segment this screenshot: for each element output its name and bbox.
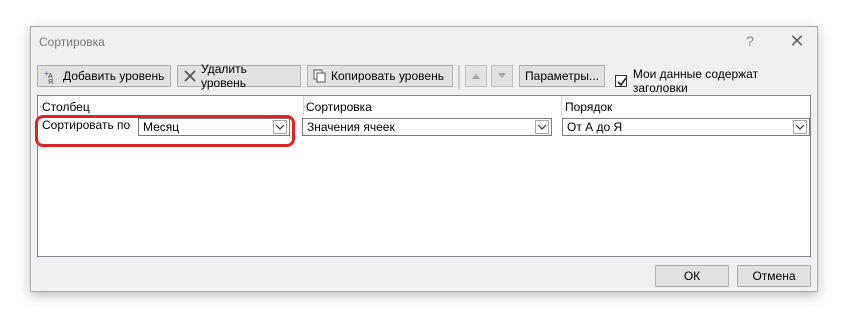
options-button[interactable]: Параметры... (519, 65, 605, 87)
headers-checkbox-row[interactable]: Мои данные содержат заголовки (615, 67, 813, 95)
up-arrow-icon (472, 74, 480, 79)
chevron-down-icon[interactable] (535, 120, 549, 134)
move-down-button[interactable] (491, 65, 513, 87)
add-level-label: Добавить уровень (63, 69, 165, 83)
sort-on-select-value: Значения ячеек (307, 120, 395, 134)
title-bar: Сортировка ? ✕ (31, 27, 817, 59)
checkmark-icon (617, 77, 627, 87)
dialog-title: Сортировка (39, 35, 105, 49)
sort-on-header: Сортировка (306, 100, 372, 114)
highlight-annotation (35, 115, 295, 147)
order-header: Порядок (565, 100, 613, 114)
copy-icon (313, 69, 327, 83)
chevron-down-icon[interactable] (793, 120, 807, 134)
options-label: Параметры... (525, 69, 599, 83)
add-level-button[interactable]: + A Я Добавить уровень (37, 65, 171, 87)
toolbar: + A Я Добавить уровень Удалить уровень Коп… (37, 62, 813, 95)
sort-on-select[interactable]: Значения ячеек (302, 118, 552, 136)
copy-level-label: Копировать уровень (331, 69, 444, 83)
delete-x-icon (183, 69, 197, 83)
order-select-value: От А до Я (567, 120, 623, 134)
column-header: Столбец (42, 100, 90, 114)
toolbar-separator (458, 65, 460, 89)
add-level-icon: + A Я (43, 68, 59, 84)
down-arrow-icon (498, 73, 506, 78)
svg-text:Я: Я (48, 79, 53, 84)
delete-level-button[interactable]: Удалить уровень (177, 62, 301, 90)
delete-level-label: Удалить уровень (201, 62, 247, 90)
move-up-button[interactable] (465, 65, 487, 87)
order-select[interactable]: От А до Я (562, 118, 810, 136)
header-divider (561, 96, 562, 116)
cancel-button[interactable]: Отмена (737, 265, 811, 287)
header-divider (303, 96, 304, 116)
sort-dialog: Сортировка ? ✕ + A Я Добавить уровень Удал… (30, 26, 818, 292)
headers-checkbox-label: Мои данные содержат заголовки (632, 67, 759, 95)
copy-level-button[interactable]: Копировать уровень (307, 65, 453, 87)
close-button[interactable]: ✕ (789, 31, 805, 51)
headers-checkbox[interactable] (615, 75, 627, 87)
ok-button[interactable]: ОК (655, 265, 729, 287)
help-button[interactable]: ? (743, 33, 757, 51)
